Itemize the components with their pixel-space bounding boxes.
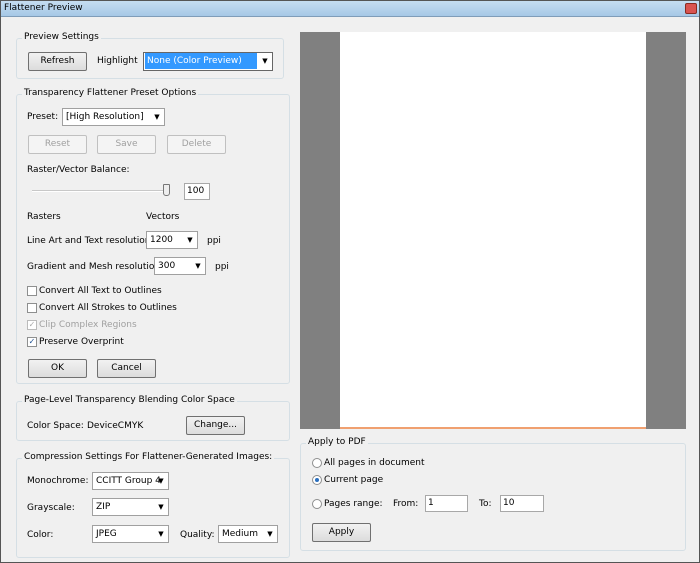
close-button[interactable] (685, 3, 697, 14)
preset-value: [High Resolution] (66, 112, 144, 122)
grayscale-value: ZIP (96, 502, 111, 512)
current-page-radio[interactable] (312, 475, 322, 485)
all-pages-radio[interactable] (312, 458, 322, 468)
from-label: From: (393, 499, 419, 509)
all-pages-label: All pages in document (324, 458, 425, 468)
pages-range-radio[interactable] (312, 499, 322, 509)
color-select[interactable]: JPEG ▼ (92, 525, 169, 543)
chevron-down-icon: ▼ (158, 477, 164, 485)
color-space-label: Color Space: (27, 421, 84, 431)
gradient-value: 300 (158, 261, 176, 271)
pages-range-label: Pages range: (324, 499, 383, 509)
chevron-down-icon: ▼ (154, 113, 160, 121)
color-value: JPEG (96, 529, 117, 539)
group-label: Preview Settings (22, 32, 101, 42)
from-input[interactable]: 1 (425, 495, 468, 512)
line-art-label: Line Art and Text resolution: (27, 236, 154, 246)
grayscale-select[interactable]: ZIP ▼ (92, 498, 169, 516)
quality-label: Quality: (180, 530, 215, 540)
convert-text-label: Convert All Text to Outlines (39, 286, 162, 296)
to-label: To: (479, 499, 492, 509)
color-label: Color: (27, 530, 54, 540)
preset-select[interactable]: [High Resolution] ▼ (62, 108, 165, 126)
refresh-button[interactable]: Refresh (28, 52, 87, 71)
highlight-value: None (Color Preview) (145, 53, 257, 69)
preset-label: Preset: (27, 112, 59, 122)
group-label: Page-Level Transparency Blending Color S… (22, 395, 237, 405)
monochrome-value: CCITT Group 4 (96, 476, 161, 486)
chevron-down-icon: ▼ (158, 503, 164, 511)
to-input[interactable]: 10 (500, 495, 544, 512)
balance-slider-track[interactable] (32, 190, 170, 192)
group-label: Compression Settings For Flattener-Gener… (22, 452, 275, 462)
grayscale-label: Grayscale: (27, 503, 75, 513)
convert-strokes-label: Convert All Strokes to Outlines (39, 303, 177, 313)
color-space-value: DeviceCMYK (87, 421, 144, 431)
preserve-overprint-checkbox[interactable]: ✓ (27, 337, 37, 347)
balance-slider-thumb[interactable] (163, 184, 170, 196)
preview-page (340, 32, 646, 429)
change-button[interactable]: Change... (186, 416, 245, 435)
chevron-down-icon: ▼ (267, 530, 273, 538)
quality-value: Medium (222, 529, 258, 539)
save-button[interactable]: Save (97, 135, 156, 154)
group-label: Transparency Flattener Preset Options (22, 88, 199, 98)
highlight-label: Highlight (97, 56, 138, 66)
ppi-label: ppi (207, 236, 221, 246)
ok-button[interactable]: OK (28, 359, 87, 378)
apply-button[interactable]: Apply (312, 523, 371, 542)
clip-complex-label: Clip Complex Regions (39, 320, 137, 330)
line-art-value: 1200 (150, 235, 173, 245)
ppi-label: ppi (215, 262, 229, 272)
rasters-label: Rasters (27, 212, 61, 222)
chevron-down-icon: ▼ (158, 530, 164, 538)
window-title: Flattener Preview (4, 3, 83, 13)
preserve-overprint-label: Preserve Overprint (39, 337, 124, 347)
balance-input[interactable]: 100 (184, 183, 210, 200)
balance-label: Raster/Vector Balance: (27, 165, 130, 175)
chevron-down-icon: ▼ (187, 236, 193, 244)
convert-text-checkbox[interactable] (27, 286, 37, 296)
gradient-label: Gradient and Mesh resolution: (27, 262, 164, 272)
reset-button[interactable]: Reset (28, 135, 87, 154)
preview-canvas[interactable] (300, 32, 686, 429)
clip-complex-checkbox[interactable]: ✓ (27, 320, 37, 330)
convert-strokes-checkbox[interactable] (27, 303, 37, 313)
monochrome-select[interactable]: CCITT Group 4 ▼ (92, 472, 169, 490)
title-bar: Flattener Preview (1, 1, 699, 17)
group-label: Apply to PDF (306, 437, 368, 447)
delete-button[interactable]: Delete (167, 135, 226, 154)
chevron-down-icon: ▼ (262, 57, 268, 65)
line-art-select[interactable]: 1200 ▼ (146, 231, 198, 249)
quality-select[interactable]: Medium ▼ (218, 525, 278, 543)
chevron-down-icon: ▼ (195, 262, 201, 270)
gradient-select[interactable]: 300 ▼ (154, 257, 206, 275)
current-page-label: Current page (324, 475, 384, 485)
vectors-label: Vectors (146, 212, 180, 222)
highlight-select[interactable]: None (Color Preview) ▼ (143, 52, 273, 71)
cancel-button[interactable]: Cancel (97, 359, 156, 378)
flattener-preview-window: Flattener Preview Preview Settings Refre… (0, 0, 700, 563)
monochrome-label: Monochrome: (27, 476, 89, 486)
